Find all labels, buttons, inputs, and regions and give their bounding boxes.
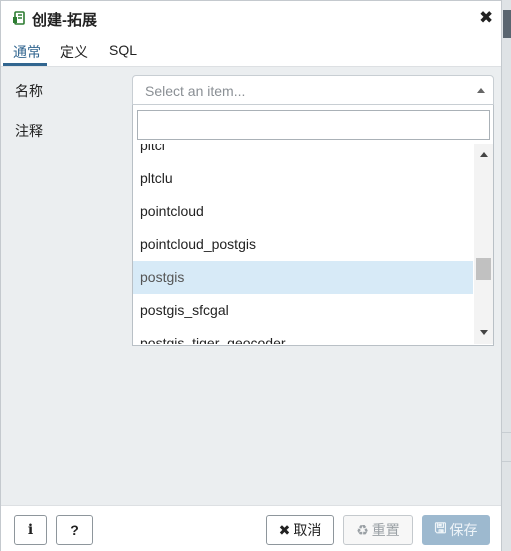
info-button[interactable]: i <box>14 515 47 545</box>
tab-definition[interactable]: 定义 <box>60 42 88 62</box>
extension-icon <box>13 11 25 25</box>
dropdown-scrollbar[interactable] <box>474 144 493 344</box>
name-select[interactable]: Select an item... <box>132 75 494 105</box>
active-tab-indicator <box>3 63 47 66</box>
create-extension-dialog: 创建-拓展 ✖ 通常 定义 SQL 名称 注释 Select an item..… <box>0 0 502 551</box>
dropdown-option[interactable]: pltcl <box>133 144 473 162</box>
help-button[interactable]: ? <box>56 515 93 545</box>
background-page-divider <box>502 432 511 462</box>
recycle-icon: ♻ <box>356 521 369 538</box>
dialog-title: 创建-拓展 <box>32 12 97 29</box>
name-select-placeholder: Select an item... <box>145 83 246 99</box>
dialog-titlebar[interactable]: 创建-拓展 ✖ <box>1 1 501 36</box>
close-button[interactable]: ✖ <box>479 9 493 27</box>
info-icon: i <box>27 522 34 538</box>
dropdown-option[interactable]: pointcloud_postgis <box>133 228 473 261</box>
background-page-block <box>503 10 511 38</box>
cancel-label: 取消 <box>293 522 322 538</box>
reset-label: 重置 <box>371 522 400 538</box>
dropdown-option[interactable]: pointcloud <box>133 195 473 228</box>
scroll-down-icon[interactable] <box>480 330 488 335</box>
dropdown-option[interactable]: postgis_tiger_geocoder <box>133 327 473 344</box>
dialog-tabs: 通常 定义 SQL <box>1 35 501 67</box>
close-icon: ✖ <box>278 521 291 538</box>
reset-button[interactable]: ♻ 重置 <box>343 515 413 545</box>
tab-general[interactable]: 通常 <box>13 42 41 62</box>
dropdown-option[interactable]: pltclu <box>133 162 473 195</box>
dropdown-search-input[interactable] <box>137 110 490 140</box>
dropdown-options-list[interactable]: pltcl pltclu pointcloud pointcloud_postg… <box>133 144 473 344</box>
dropdown-option[interactable]: postgis_sfcgal <box>133 294 473 327</box>
save-label: 保存 <box>449 522 478 538</box>
name-label: 名称 <box>15 83 43 99</box>
comment-label: 注释 <box>15 123 43 139</box>
dropdown-option-highlighted[interactable]: postgis <box>133 261 473 294</box>
tab-sql[interactable]: SQL <box>109 42 137 58</box>
dialog-footer: i ? ✖ 取消 ♻ 重置 🖫 保存 <box>1 505 501 551</box>
cancel-button[interactable]: ✖ 取消 <box>266 515 334 545</box>
chevron-up-icon <box>477 88 485 93</box>
save-button[interactable]: 🖫 保存 <box>422 515 490 545</box>
save-icon: 🖫 <box>434 520 447 536</box>
help-icon: ? <box>70 522 79 538</box>
scrollbar-thumb[interactable] <box>476 258 491 280</box>
background-page-edge <box>501 0 511 551</box>
name-select-dropdown: pltcl pltclu pointcloud pointcloud_postg… <box>132 105 494 346</box>
scroll-up-icon[interactable] <box>480 152 488 157</box>
